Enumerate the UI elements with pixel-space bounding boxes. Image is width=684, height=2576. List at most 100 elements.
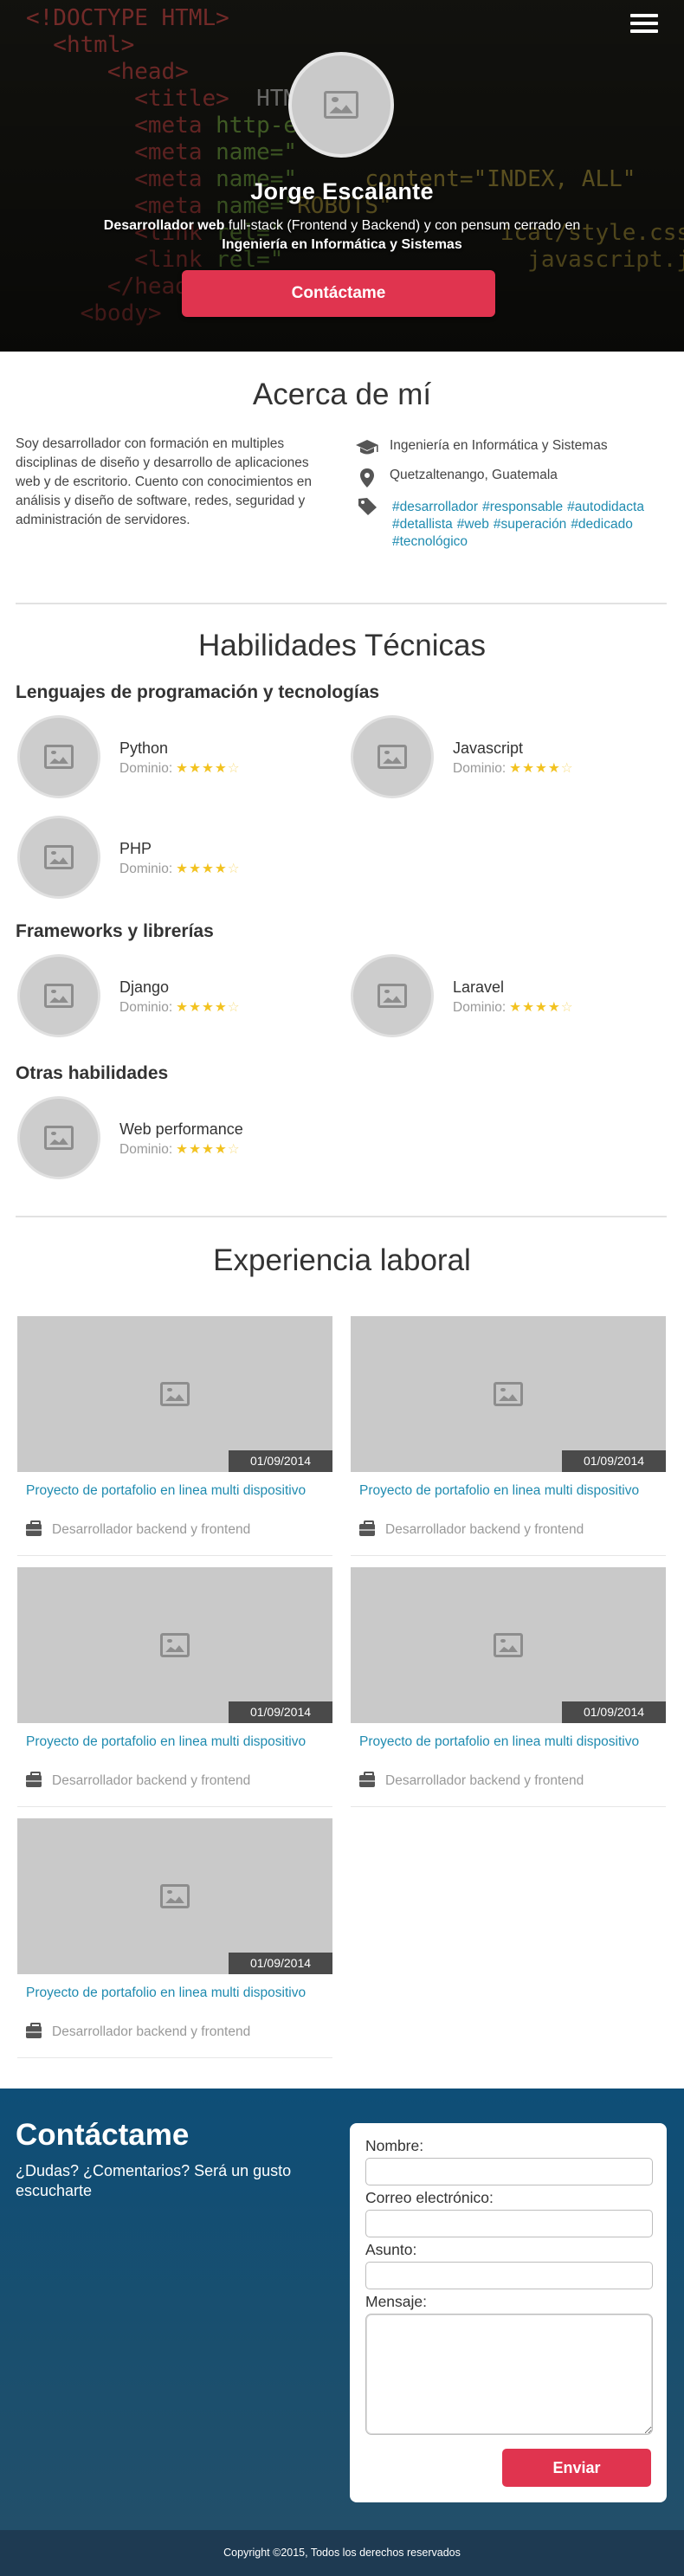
image-placeholder-icon [44, 984, 74, 1008]
job-role: Desarrollador backend y frontend [359, 1520, 584, 1538]
message-label: Mensaje: [365, 2293, 428, 2310]
job-role-text: Desarrollador backend y frontend [52, 2024, 251, 2039]
skill-image [17, 816, 100, 899]
job-card[interactable]: 01/09/2014 Proyecto de portafolio en lin… [351, 1567, 666, 1811]
hamburger-icon-bar [630, 29, 658, 33]
image-placeholder-icon [44, 1126, 74, 1150]
skill-card: Laravel Dominio: ★★★★☆ [351, 954, 680, 1041]
skill-domain-label: Dominio: [453, 1000, 507, 1015]
image-placeholder-icon [160, 1884, 190, 1908]
contact-me-button[interactable]: Contáctame [182, 270, 495, 317]
job-divider [17, 2057, 332, 2058]
job-title-link[interactable]: Proyecto de portafolio en linea multi di… [26, 1733, 320, 1750]
star-rating-icon: ★★★★☆ [176, 761, 241, 776]
tag-link[interactable]: #autodidacta [567, 500, 644, 514]
job-title-link[interactable]: Proyecto de portafolio en linea multi di… [26, 1985, 320, 2001]
image-placeholder-icon [494, 1633, 523, 1657]
page: <!DOCTYPE HTML> <html> <head> <title> HT… [0, 0, 684, 2576]
job-divider [17, 1555, 332, 1556]
profile-avatar [288, 52, 394, 158]
image-placeholder-icon [44, 745, 74, 769]
about-degree-text: Ingeniería en Informática y Sistemas [390, 438, 608, 453]
skill-card: PHP Dominio: ★★★★☆ [17, 816, 346, 902]
job-card[interactable]: 01/09/2014 Proyecto de portafolio en lin… [17, 1567, 332, 1811]
skill-name: PHP [119, 840, 152, 857]
job-date-badge: 01/09/2014 [229, 1450, 332, 1472]
image-placeholder-icon [44, 845, 74, 869]
tag-link[interactable]: #detallista [392, 517, 453, 532]
briefcase-icon [26, 1520, 42, 1536]
tagline-role: Desarrollador web [103, 218, 225, 233]
experience-title: Experiencia laboral [213, 1243, 471, 1277]
job-role: Desarrollador backend y frontend [359, 1772, 584, 1789]
about-degree: Ingeniería en Informática y Sistemas [355, 438, 608, 459]
skill-domain-label: Dominio: [119, 761, 173, 776]
tag-link[interactable]: #superación [494, 517, 566, 532]
skill-image [17, 715, 100, 798]
tag-link[interactable]: #responsable [482, 500, 563, 514]
graduation-cap-icon [355, 438, 379, 459]
image-placeholder-icon [377, 984, 407, 1008]
tag-link[interactable]: #desarrollador [392, 500, 478, 514]
tag-link[interactable]: #web [457, 517, 489, 532]
briefcase-icon [26, 2023, 42, 2038]
profile-tagline: Desarrollador web full-stack (Frontend y… [0, 216, 684, 255]
tag-link[interactable]: #tecnológico [392, 534, 468, 549]
job-image [17, 1316, 332, 1472]
tag-link[interactable]: #dedicado [571, 517, 633, 532]
about-description: Soy desarrollador con formación en multi… [16, 436, 313, 527]
image-placeholder-icon [377, 745, 407, 769]
send-button[interactable]: Enviar [502, 2449, 651, 2487]
job-role-text: Desarrollador backend y frontend [52, 1773, 251, 1788]
tag-icon [355, 495, 379, 516]
about-tags-row [355, 495, 390, 516]
copyright-text: Copyright ©2015, Todos los derechos rese… [223, 2547, 461, 2559]
skill-name: Web performance [119, 1120, 243, 1138]
skill-domain: Dominio: ★★★★☆ [119, 861, 241, 877]
job-divider [351, 1806, 666, 1807]
job-role: Desarrollador backend y frontend [26, 1772, 251, 1789]
skill-image [17, 954, 100, 1037]
skills-group-title: Frameworks y librerías [16, 921, 214, 941]
star-rating-icon: ★★★★☆ [176, 1142, 241, 1157]
job-role-text: Desarrollador backend y frontend [52, 1522, 251, 1537]
skill-name: Python [119, 739, 169, 757]
contact-subtitle: ¿Dudas? ¿Comentarios? Será un gusto escu… [16, 2162, 292, 2199]
about-title: Acerca de mí [252, 378, 432, 411]
hamburger-menu-button[interactable] [630, 14, 658, 38]
briefcase-icon [26, 1772, 42, 1787]
job-date-badge: 01/09/2014 [562, 1450, 666, 1472]
skill-card: Web performance Dominio: ★★★★☆ [17, 1096, 346, 1183]
skill-domain-label: Dominio: [119, 862, 173, 876]
skill-name: Laravel [453, 978, 505, 996]
skill-domain-label: Dominio: [453, 761, 507, 776]
skill-name: Django [119, 978, 170, 996]
job-title-link[interactable]: Proyecto de portafolio en linea multi di… [359, 1733, 654, 1750]
skill-card: Javascript Dominio: ★★★★☆ [351, 715, 680, 802]
subject-field[interactable] [365, 2262, 653, 2289]
section-divider [16, 1216, 667, 1217]
message-field[interactable] [365, 2314, 653, 2435]
job-role: Desarrollador backend y frontend [26, 1520, 251, 1538]
job-date-badge: 01/09/2014 [562, 1701, 666, 1723]
star-rating-icon: ★★★★☆ [176, 1000, 241, 1015]
job-title-link[interactable]: Proyecto de portafolio en linea multi di… [26, 1482, 320, 1499]
skills-title: Habilidades Técnicas [197, 629, 487, 662]
skills-group-title: Otras habilidades [16, 1063, 169, 1083]
job-role: Desarrollador backend y frontend [26, 2023, 251, 2040]
job-card[interactable]: 01/09/2014 Proyecto de portafolio en lin… [17, 1316, 332, 1560]
email-field[interactable] [365, 2210, 653, 2237]
image-placeholder-icon [160, 1633, 190, 1657]
job-date-badge: 01/09/2014 [229, 1953, 332, 1974]
name-field[interactable] [365, 2158, 653, 2185]
contact-section: Contáctame ¿Dudas? ¿Comentarios? Será un… [0, 2089, 684, 2530]
skills-group-title: Lenguajes de programación y tecnologías [16, 682, 380, 702]
about-location: Quetzaltenango, Guatemala [355, 468, 558, 488]
image-placeholder-icon [160, 1382, 190, 1406]
contact-form: Nombre: Correo electrónico: Asunto: Mens… [350, 2123, 667, 2502]
job-card[interactable]: 01/09/2014 Proyecto de portafolio en lin… [351, 1316, 666, 1560]
job-card[interactable]: 01/09/2014 Proyecto de portafolio en lin… [17, 1818, 332, 2063]
about-location-text: Quetzaltenango, Guatemala [390, 468, 558, 482]
section-divider [16, 603, 667, 604]
job-title-link[interactable]: Proyecto de portafolio en linea multi di… [359, 1482, 654, 1499]
